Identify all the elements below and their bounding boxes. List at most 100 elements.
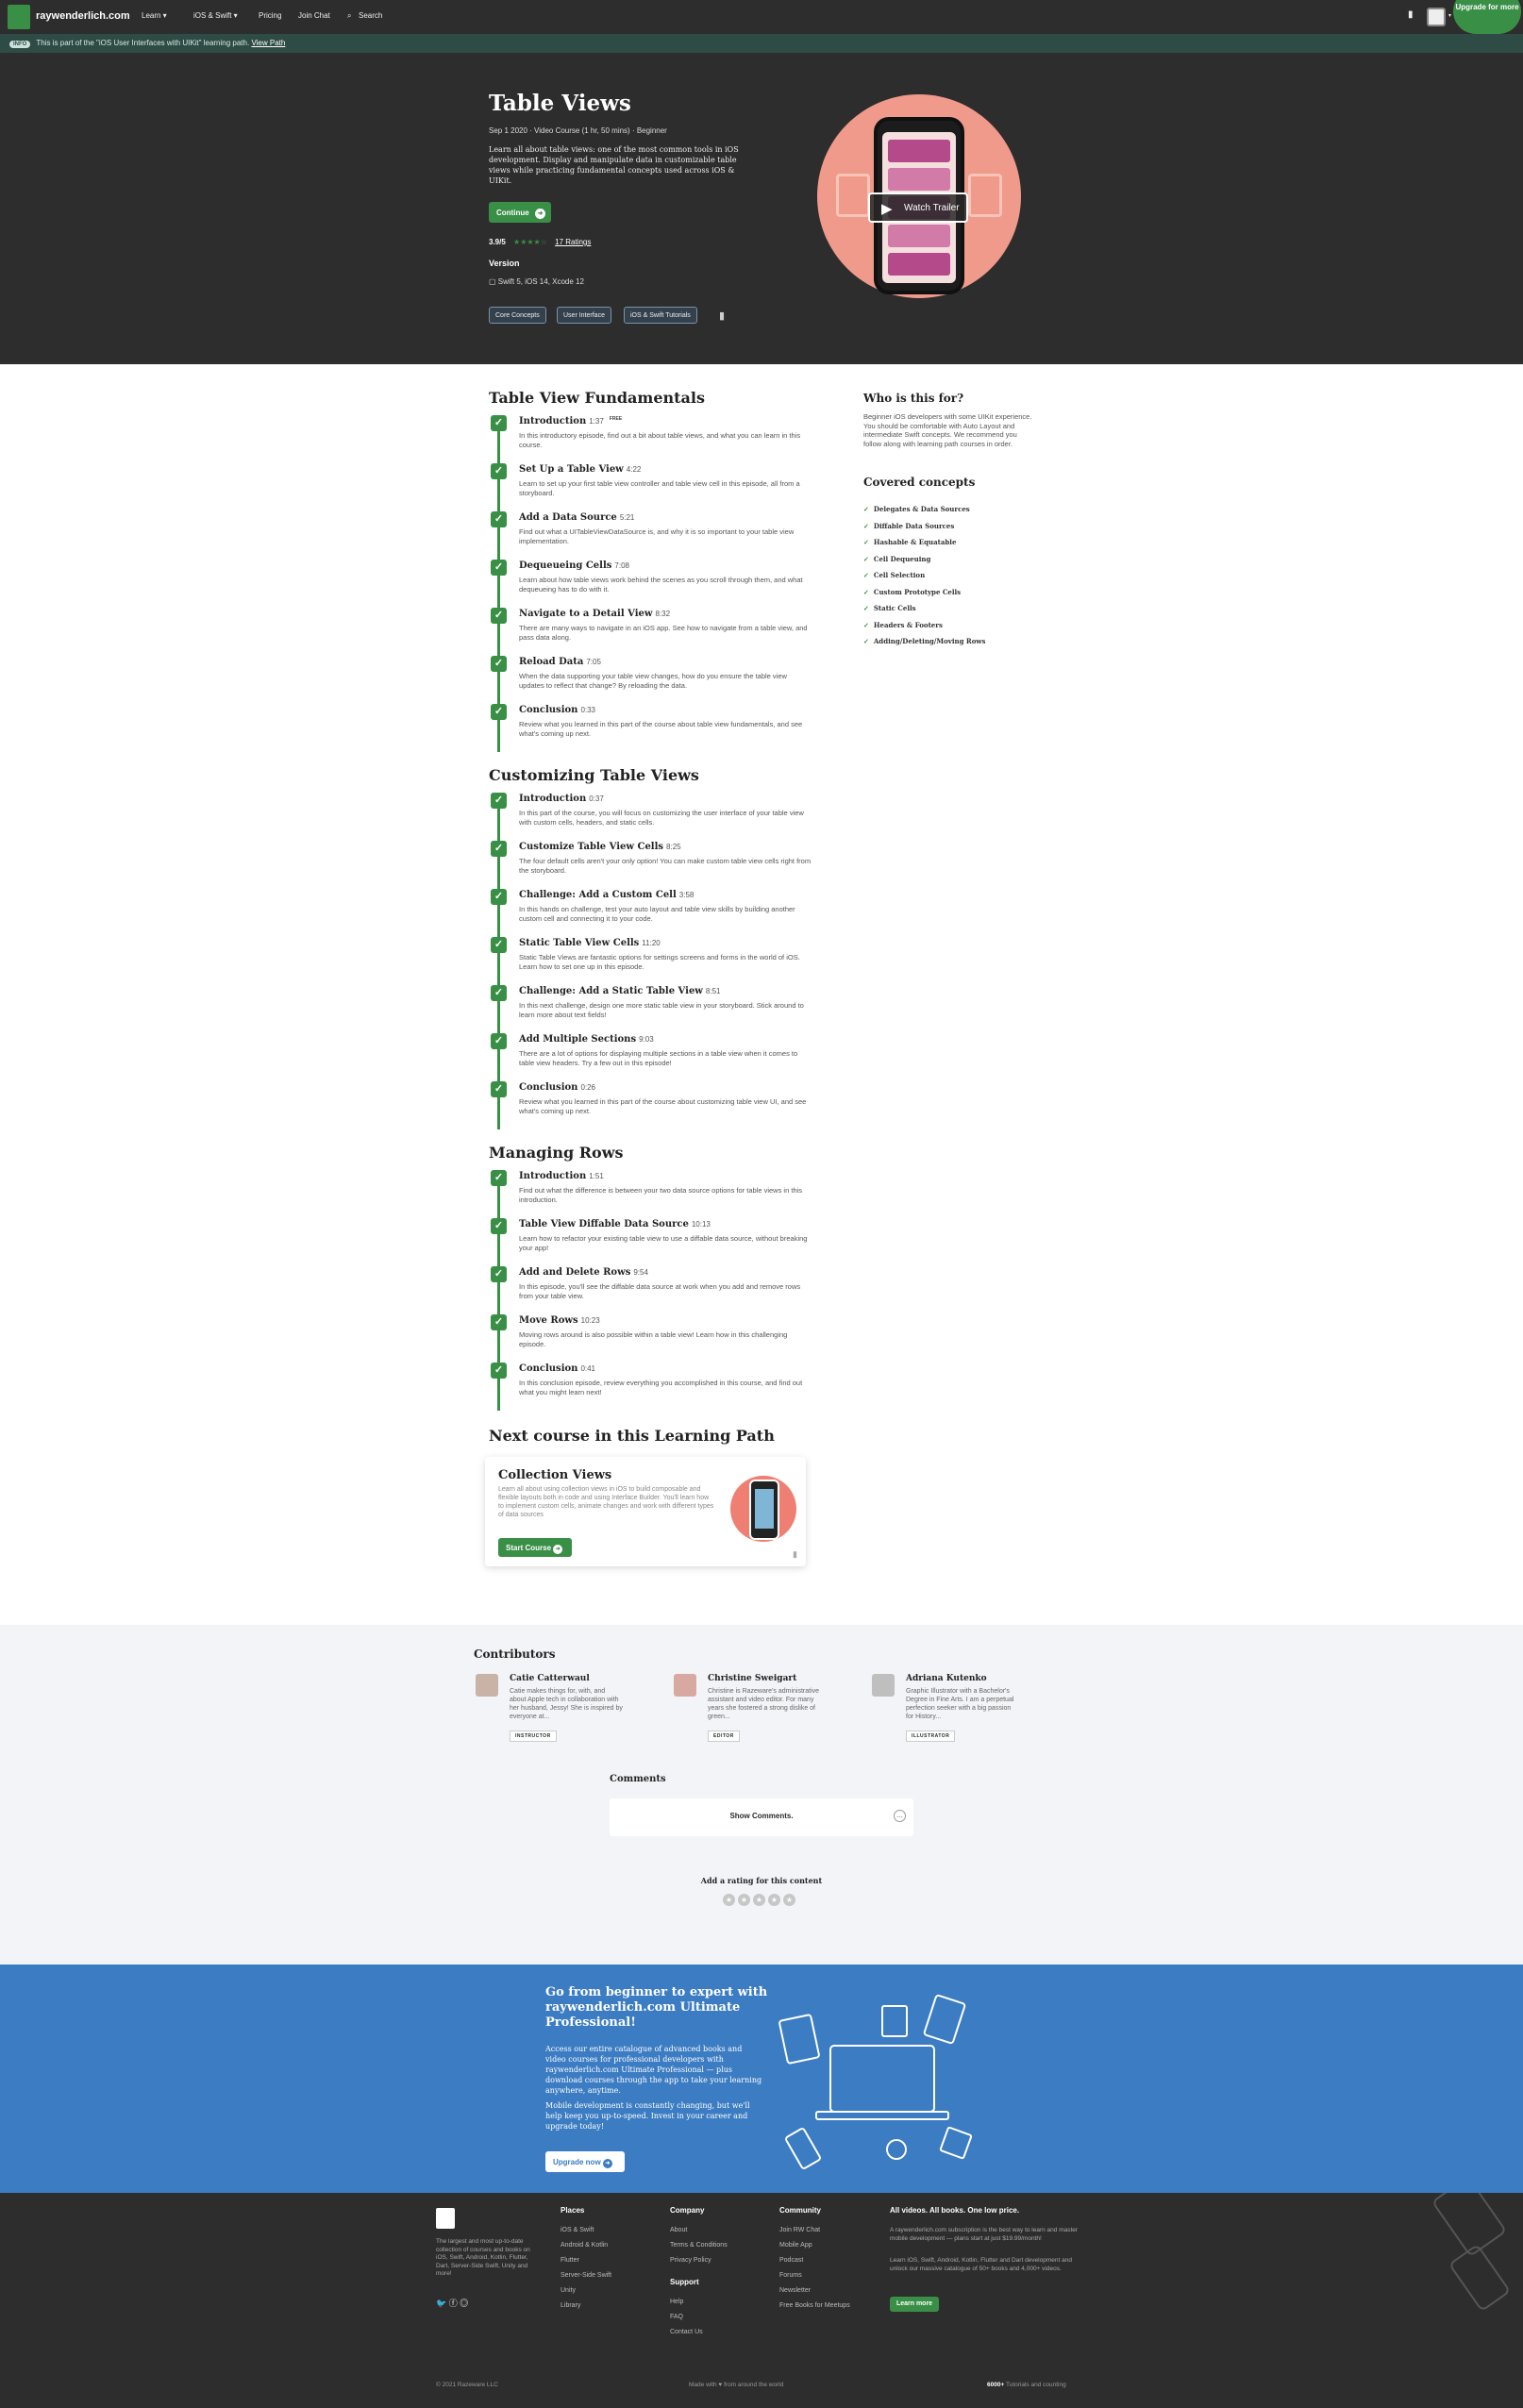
site-logo[interactable] (8, 5, 30, 29)
episode-title[interactable]: Add and Delete Rows 9:54 (519, 1267, 648, 1278)
footer-link[interactable]: Newsletter (779, 2287, 811, 2294)
contributor-name[interactable]: Catie Catterwaul (510, 1674, 590, 1683)
avatar[interactable] (674, 1674, 696, 1697)
check-icon[interactable]: ✓ (491, 889, 507, 905)
ratings-link[interactable]: 17 Ratings (555, 238, 591, 246)
footer-link[interactable]: About (670, 2227, 687, 2233)
footer-link[interactable]: Server-Side Swift (561, 2272, 611, 2279)
contributor-name[interactable]: Christine Sweigart (708, 1674, 796, 1683)
footer-link[interactable]: Help (670, 2299, 683, 2305)
check-icon[interactable]: ✓ (491, 656, 507, 672)
episode-title[interactable]: Conclusion 0:41 (519, 1363, 595, 1374)
nav-learn[interactable]: Learn ▾ (142, 11, 167, 20)
footer-link[interactable]: Unity (561, 2287, 576, 2294)
episode-title[interactable]: Dequeueing Cells 7:08 (519, 560, 629, 571)
learn-more-button[interactable]: Learn more (890, 2297, 939, 2312)
footer-link[interactable]: Free Books for Meetups (779, 2302, 850, 2309)
episode-title[interactable]: Challenge: Add a Static Table View 8:51 (519, 986, 721, 996)
check-icon[interactable]: ✓ (491, 560, 507, 576)
check-icon[interactable]: ✓ (491, 608, 507, 624)
bookmark-icon[interactable]: ▮ (719, 309, 725, 322)
next-course-card[interactable]: Collection Views Learn all about using c… (485, 1457, 806, 1566)
next-course-title[interactable]: Collection Views (498, 1468, 611, 1482)
chip-ios-swift-tutorials[interactable]: iOS & Swift Tutorials (624, 307, 697, 324)
chip-user-interface[interactable]: User Interface (557, 307, 611, 324)
check-icon[interactable]: ✓ (491, 511, 507, 527)
search-icon[interactable]: ⌕ (347, 11, 351, 21)
star-icon[interactable]: ★ (783, 1894, 795, 1906)
check-icon[interactable]: ✓ (491, 1081, 507, 1097)
chip-core-concepts[interactable]: Core Concepts (489, 307, 546, 324)
nav-search[interactable]: Search (359, 11, 382, 20)
star-icon[interactable]: ★ (723, 1894, 735, 1906)
check-icon[interactable]: ✓ (491, 1363, 507, 1379)
contributor-name[interactable]: Adriana Kutenko (906, 1674, 987, 1683)
avatar[interactable] (476, 1674, 498, 1697)
nav-pricing[interactable]: Pricing (259, 11, 281, 20)
episode-title[interactable]: Add a Data Source 5:21 (519, 512, 634, 523)
episode-title[interactable]: Conclusion 0:26 (519, 1082, 595, 1093)
footer-link[interactable]: FAQ (670, 2314, 683, 2320)
episode-title[interactable]: Introduction 1:37 FREE (519, 416, 622, 426)
bookmark-icon[interactable]: ▮ (793, 1549, 797, 1560)
watch-trailer-button[interactable]: ▶ Watch Trailer (868, 192, 968, 223)
check-icon[interactable]: ✓ (491, 985, 507, 1001)
check-icon[interactable]: ✓ (491, 1218, 507, 1234)
start-course-button[interactable]: Start Course ➜ (498, 1538, 572, 1557)
star-icon[interactable]: ★ (738, 1894, 750, 1906)
twitter-icon[interactable]: 🐦 (436, 2299, 446, 2308)
check-icon[interactable]: ✓ (491, 415, 507, 431)
episode-title[interactable]: Conclusion 0:33 (519, 705, 595, 715)
facebook-icon[interactable]: ⓕ (449, 2299, 458, 2308)
chevron-down-icon[interactable]: ▾ (1448, 12, 1451, 19)
episode-title[interactable]: Reload Data 7:05 (519, 657, 601, 667)
footer-link[interactable]: Mobile App (779, 2242, 812, 2249)
avatar[interactable] (872, 1674, 895, 1697)
show-comments-button[interactable]: Show Comments. … (610, 1798, 913, 1836)
upgrade-button[interactable]: Upgrade for more (1453, 0, 1521, 34)
bookmark-icon[interactable]: ▮ (1408, 9, 1414, 20)
upgrade-now-button[interactable]: Upgrade now ➜ (545, 2151, 625, 2172)
footer-link[interactable]: Forums (779, 2272, 802, 2279)
footer-link[interactable]: Contact Us (670, 2329, 703, 2335)
footer-link[interactable]: Privacy Policy (670, 2257, 711, 2264)
episode-duration: 9:03 (639, 1035, 654, 1044)
footer-link[interactable]: iOS & Swift (561, 2227, 594, 2233)
star-icon[interactable]: ★ (768, 1894, 780, 1906)
footer-link[interactable]: Library (561, 2302, 580, 2309)
episode-title[interactable]: Challenge: Add a Custom Cell 3:58 (519, 890, 694, 900)
episode-title[interactable]: Introduction 0:37 (519, 794, 604, 804)
check-icon[interactable]: ✓ (491, 793, 507, 809)
footer-logo[interactable] (436, 2208, 455, 2229)
episode-title[interactable]: Move Rows 10:23 (519, 1315, 600, 1326)
check-icon[interactable]: ✓ (491, 1170, 507, 1186)
instagram-icon[interactable]: ◎ (460, 2299, 468, 2308)
episode-title[interactable]: Customize Table View Cells 8:25 (519, 842, 681, 852)
footer-link[interactable]: Android & Kotlin (561, 2242, 608, 2249)
episode-title[interactable]: Set Up a Table View 4:22 (519, 464, 641, 475)
episode-title[interactable]: Introduction 1:51 (519, 1171, 604, 1181)
check-icon[interactable]: ✓ (491, 1033, 507, 1049)
check-icon[interactable]: ✓ (491, 1314, 507, 1330)
book-icon (778, 2014, 820, 2065)
view-path-link[interactable]: View Path (251, 39, 285, 47)
check-icon[interactable]: ✓ (491, 704, 507, 720)
episode-title[interactable]: Add Multiple Sections 9:03 (519, 1034, 654, 1045)
episode-title[interactable]: Table View Diffable Data Source 10:13 (519, 1219, 711, 1229)
check-icon[interactable]: ✓ (491, 1266, 507, 1282)
nav-ios-swift[interactable]: iOS & Swift ▾ (193, 11, 238, 20)
footer-link[interactable]: Flutter (561, 2257, 579, 2264)
star-icon[interactable]: ★ (753, 1894, 765, 1906)
episode-title[interactable]: Static Table View Cells 11:20 (519, 938, 661, 948)
check-icon[interactable]: ✓ (491, 463, 507, 479)
check-icon[interactable]: ✓ (491, 841, 507, 857)
avatar[interactable] (1427, 8, 1446, 26)
footer-link[interactable]: Join RW Chat (779, 2227, 820, 2233)
footer-link[interactable]: Terms & Conditions (670, 2242, 728, 2249)
continue-button[interactable]: Continue ➜ (489, 202, 551, 223)
episode-title[interactable]: Navigate to a Detail View 8:32 (519, 609, 670, 619)
nav-join-chat[interactable]: Join Chat (298, 11, 330, 20)
check-icon[interactable]: ✓ (491, 937, 507, 953)
brand-name[interactable]: raywenderlich.com (36, 10, 130, 22)
footer-link[interactable]: Podcast (779, 2257, 803, 2264)
